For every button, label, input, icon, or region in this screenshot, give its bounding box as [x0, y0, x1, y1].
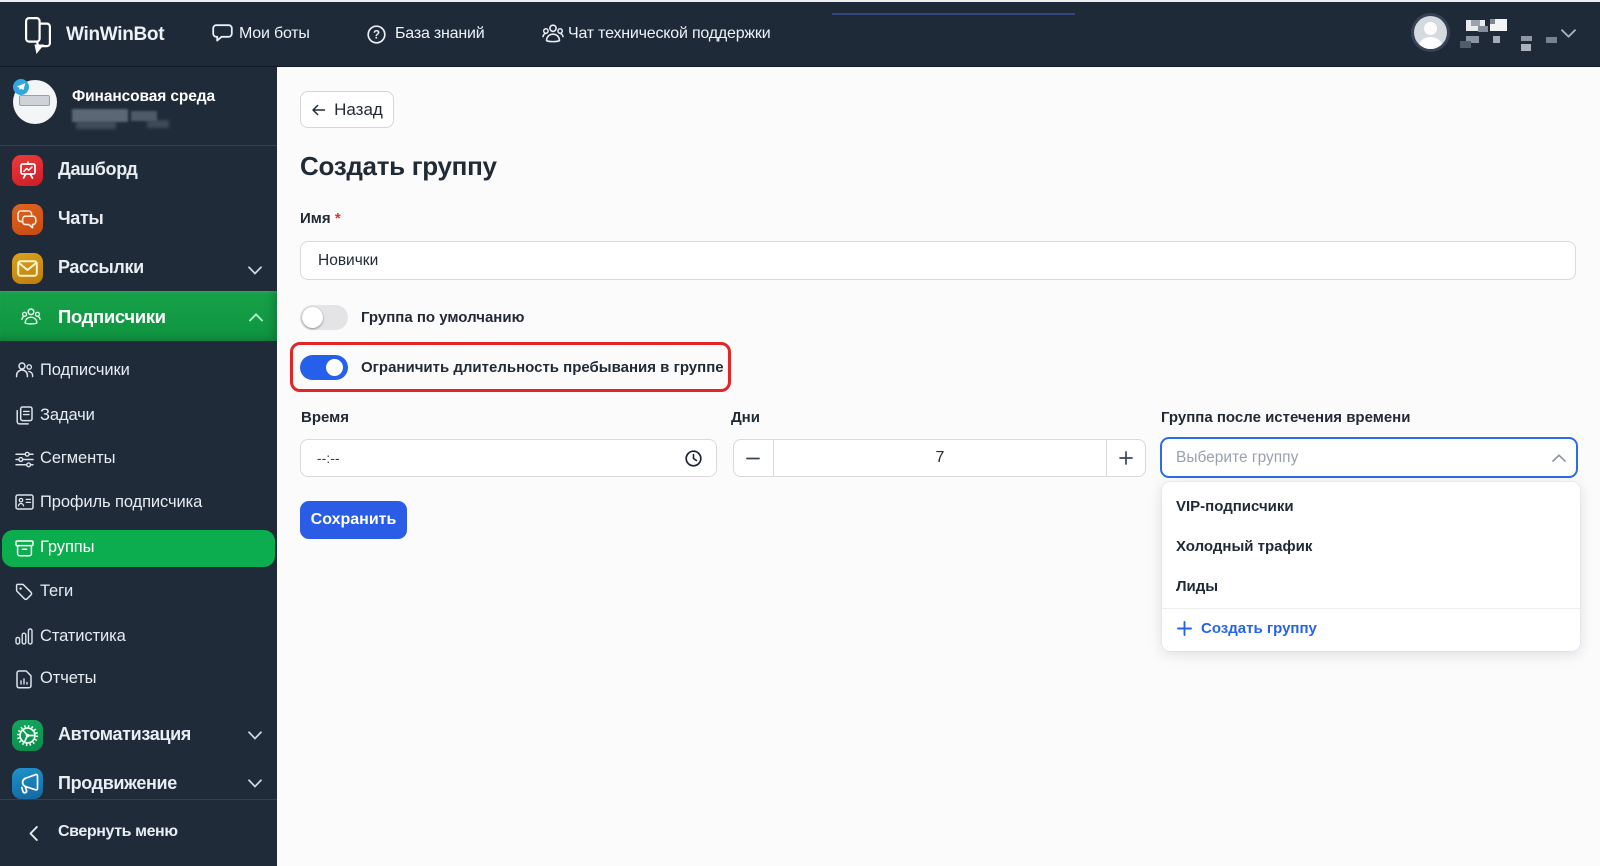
svg-text:?: ? [373, 30, 380, 42]
